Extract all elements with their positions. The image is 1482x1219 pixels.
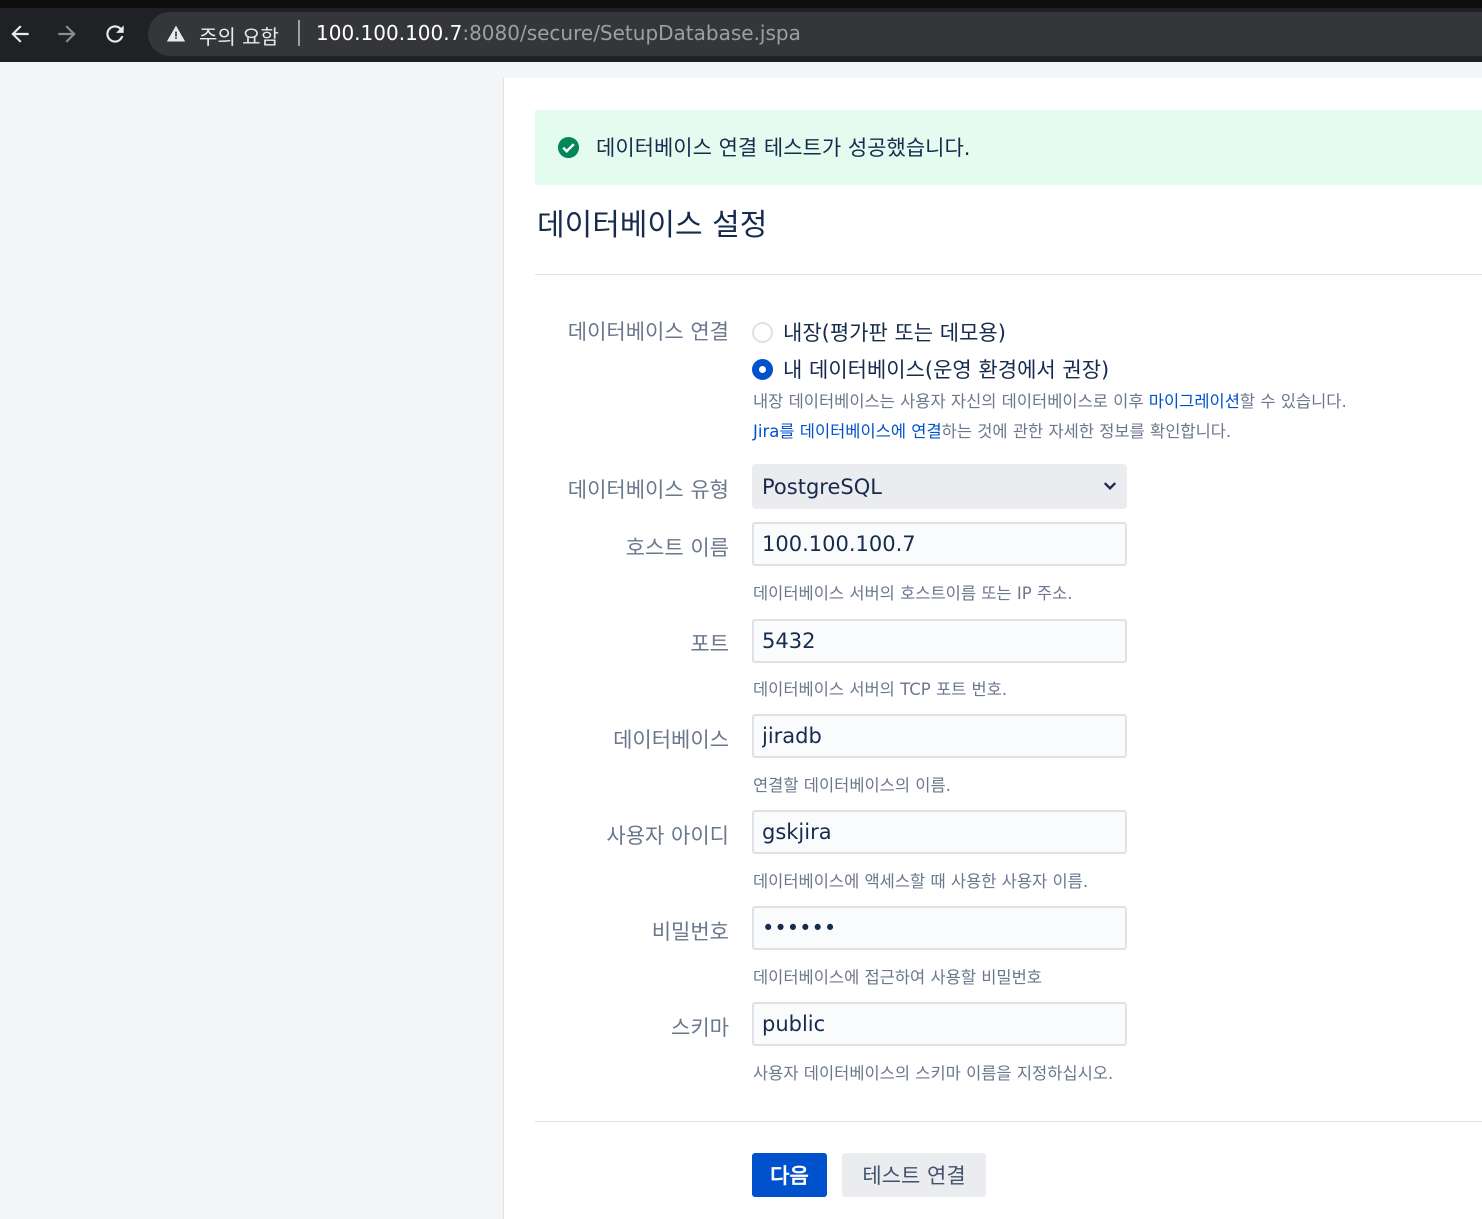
chevron-down-icon [1103,482,1117,490]
schema-input[interactable] [752,1002,1127,1046]
url-path: :8080/secure/SetupDatabase.jspa [462,21,801,45]
connection-label: 데이터베이스 연결 [567,320,729,344]
hostname-input[interactable] [752,522,1127,566]
port-help: 데이터베이스 서버의 TCP 포트 번호. [753,680,1008,699]
username-input[interactable] [752,810,1127,854]
database-label: 데이터베이스 [613,728,729,752]
test-connection-button[interactable]: 테스트 연결 [842,1153,986,1197]
hostname-label: 호스트 이름 [625,536,729,560]
buttons-divider [535,1121,1482,1122]
radio-my-database-circle[interactable] [752,358,773,380]
success-message: 데이터베이스 연결 테스트가 성공했습니다. [535,110,1482,185]
username-label: 사용자 아이디 [606,824,729,848]
connection-help-line2: Jira를 데이터베이스에 연결하는 것에 관한 자세한 정보를 확인합니다. [753,418,1231,442]
reload-icon [106,25,124,43]
warning-icon [166,25,186,42]
radio-my-database[interactable]: 내 데이터베이스(운영 환경에서 권장) [752,354,1109,384]
port-label: 포트 [690,632,729,656]
schema-label: 스키마 [671,1016,729,1040]
radio-built-in-circle[interactable] [752,321,773,343]
username-help: 데이터베이스에 액세스할 때 사용한 사용자 이름. [753,872,1089,891]
db-type-select[interactable]: PostgreSQL [752,464,1127,509]
forward-button[interactable] [51,18,83,50]
tab-strip [0,0,1482,8]
arrow-right-icon [58,25,76,43]
address-bar[interactable]: 주의 요함 100.100.100.7:8080/secure/SetupDat… [148,12,1482,56]
db-type-label: 데이터베이스 유형 [567,478,729,502]
url-text[interactable]: 100.100.100.7:8080/secure/SetupDatabase.… [316,21,801,45]
migration-link[interactable]: 마이그레이션 [1149,392,1240,411]
page-title: 데이터베이스 설정 [537,208,768,243]
connection-help-line2-suffix: 하는 것에 관한 자세한 정보를 확인합니다. [941,422,1232,441]
arrow-left-icon [11,25,29,43]
db-type-value: PostgreSQL [762,475,882,499]
database-help: 연결할 데이터베이스의 이름. [753,776,951,795]
security-warning[interactable]: 주의 요함 [199,21,279,50]
radio-built-in[interactable]: 내장(평가판 또는 데모용) [752,317,1006,347]
connection-help-line1: 내장 데이터베이스는 사용자 자신의 데이터베이스로 이후 마이그레이션할 수 … [753,388,1347,412]
url-host: 100.100.100.7 [316,21,463,45]
success-text: 데이터베이스 연결 테스트가 성공했습니다. [596,136,971,160]
password-help: 데이터베이스에 접근하여 사용할 비밀번호 [753,968,1042,987]
password-label: 비밀번호 [651,920,729,944]
connection-help-prefix: 내장 데이터베이스는 사용자 자신의 데이터베이스로 이후 [753,392,1149,411]
title-divider [535,274,1482,275]
back-button[interactable] [4,18,36,50]
browser-toolbar: 주의 요함 100.100.100.7:8080/secure/SetupDat… [0,0,1482,62]
database-input[interactable] [752,714,1127,758]
connection-help-suffix: 할 수 있습니다. [1239,392,1347,411]
next-button[interactable]: 다음 [752,1153,827,1197]
password-input[interactable] [752,906,1127,950]
check-circle-icon [557,136,580,159]
connect-jira-link[interactable]: Jira를 데이터베이스에 연결 [753,422,942,441]
schema-help: 사용자 데이터베이스의 스키마 이름을 지정하십시오. [753,1064,1114,1083]
url-separator [298,20,300,46]
hostname-help: 데이터베이스 서버의 호스트이름 또는 IP 주소. [753,584,1073,603]
reload-button[interactable] [99,18,131,50]
radio-my-database-label: 내 데이터베이스(운영 환경에서 권장) [783,358,1110,382]
port-input[interactable] [752,619,1127,663]
radio-built-in-label: 내장(평가판 또는 데모용) [783,321,1006,345]
